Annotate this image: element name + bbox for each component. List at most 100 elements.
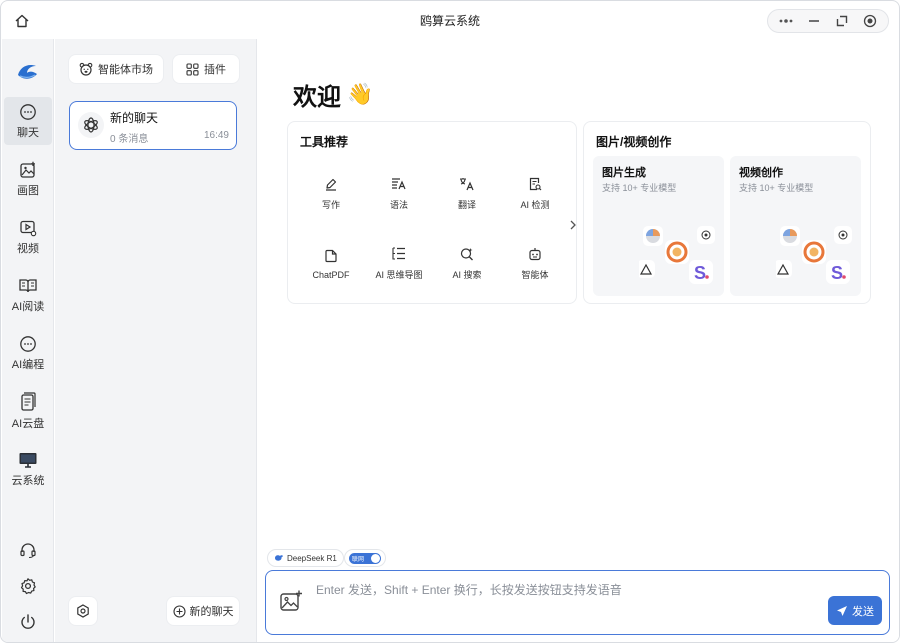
creation-title: 图片/视频创作 [596, 135, 672, 149]
nav-item-label: 聊天 [17, 126, 39, 139]
conversation-panel: 智能体市场 插件 新的聊天 0 条消息 16:49 新的聊天 [55, 39, 257, 642]
wave-emoji: 👋 [347, 82, 374, 106]
headset-icon[interactable] [17, 539, 39, 561]
svg-text:S: S [831, 263, 843, 283]
nav-item-ai-coding[interactable]: AI编程 [4, 329, 52, 377]
tool-chatpdf[interactable]: ChatPDF [297, 242, 365, 286]
openai-logo-icon [78, 112, 104, 138]
window-title: 鸥算云系统 [419, 13, 480, 28]
translate-icon [460, 178, 474, 191]
panel-settings-button[interactable] [69, 597, 97, 625]
message-input-placeholder[interactable]: Enter 发送，Shift + Enter 换行，长按发送按钮支持发语音 [316, 581, 622, 598]
toggle-switch: 联网 [349, 552, 381, 564]
deepseek-whale-icon [275, 555, 283, 561]
model-label: DeepSeek R1 [287, 553, 337, 563]
model-logos-icon: S [776, 226, 852, 284]
minimize-icon[interactable] [803, 11, 825, 31]
more-icon[interactable] [775, 11, 797, 31]
plugin-label: 插件 [204, 64, 226, 76]
nav-item-label: AI编程 [11, 358, 45, 371]
plugin-button[interactable]: 插件 [173, 55, 239, 83]
send-icon [837, 605, 847, 616]
chat-list-item[interactable]: 新的聊天 0 条消息 16:49 [69, 101, 237, 150]
send-label: 发送 [852, 605, 874, 618]
tool-mindmap[interactable]: AI 思维导图 [365, 242, 433, 286]
nav-item-ai-drive[interactable]: AI云盘 [4, 387, 52, 435]
agent-market-button[interactable]: 智能体市场 [69, 55, 163, 83]
tool-label: 语法 [389, 200, 408, 210]
welcome-text: 欢迎 [293, 84, 341, 111]
nav-item-ai-reading[interactable]: AI阅读 [4, 271, 52, 319]
nav-item-chat[interactable]: 聊天 [4, 97, 52, 145]
image-generation-subtitle: 支持 10+ 专业模型 [602, 183, 677, 193]
left-nav: 聊天 画图 视频 AI阅读 AI编程 AI云盘 云系统 [2, 39, 54, 642]
book-icon [19, 278, 37, 292]
agent-market-label: 智能体市场 [98, 64, 153, 76]
tool-label: 智能体 [521, 270, 549, 280]
chat-message-count: 0 条消息 [110, 134, 149, 145]
monitor-icon [19, 452, 37, 468]
tool-label: AI 思维导图 [375, 270, 423, 280]
new-chat-button[interactable]: 新的聊天 [167, 597, 239, 625]
settings-icon [77, 604, 89, 618]
send-button[interactable]: 发送 [828, 596, 882, 625]
image-generation-card[interactable]: 图片生成 支持 10+ 专业模型 S [593, 156, 724, 296]
maximize-icon[interactable] [831, 11, 853, 31]
chevron-right-icon[interactable] [566, 216, 580, 234]
nav-item-draw[interactable]: 画图 [4, 155, 52, 203]
tools-card: 工具推荐 写作 语法 翻译 AI 检测 ChatPDF AI 思维导图 AI 搜… [287, 121, 577, 304]
tool-label: ChatPDF [312, 269, 350, 280]
chat-time: 16:49 [203, 130, 229, 141]
image-upload-icon[interactable] [279, 589, 303, 613]
creation-card: 图片/视频创作 图片生成 支持 10+ 专业模型 S 视频创作 支持 10+ 专… [583, 121, 871, 304]
tool-label: 翻译 [457, 200, 476, 210]
close-icon[interactable] [859, 11, 881, 31]
model-logos-icon: S [639, 226, 715, 284]
nav-item-label: 云系统 [11, 474, 45, 487]
document-icon [21, 391, 36, 411]
nav-item-video[interactable]: 视频 [4, 213, 52, 261]
grammar-icon [392, 178, 406, 190]
nav-item-label: 画图 [17, 184, 39, 197]
message-composer[interactable]: Enter 发送，Shift + Enter 换行，长按发送按钮支持发语音 发送 [265, 570, 890, 635]
welcome-heading: 欢迎 👋 [293, 77, 373, 112]
tool-label: AI 搜索 [452, 270, 482, 280]
title-bar: 鸥算云系统 [1, 1, 899, 39]
toggle-label: 联网 [352, 556, 365, 563]
mindmap-icon [392, 247, 405, 260]
nav-item-cloud-system[interactable]: 云系统 [4, 445, 52, 493]
model-selector[interactable]: DeepSeek R1 [267, 549, 344, 567]
app-window: 鸥算云系统 聊天 画图 视频 AI阅读 AI编程 AI云盘 云系统 智能体市场 … [0, 0, 900, 643]
detect-icon [529, 177, 542, 191]
nav-item-label: AI云盘 [11, 417, 45, 430]
tool-grammar[interactable]: 语法 [365, 172, 433, 216]
tool-ai-search[interactable]: AI 搜索 [433, 242, 501, 286]
svg-text:S: S [694, 263, 706, 283]
tool-agent[interactable]: 智能体 [501, 242, 569, 286]
video-creation-subtitle: 支持 10+ 专业模型 [739, 183, 814, 193]
power-icon[interactable] [17, 611, 39, 633]
main-area: 欢迎 👋 工具推荐 写作 语法 翻译 AI 检测 ChatPDF AI 思维导图… [258, 39, 899, 642]
video-creation-card[interactable]: 视频创作 支持 10+ 专业模型 S [730, 156, 861, 296]
tool-writing[interactable]: 写作 [297, 172, 365, 216]
web-search-toggle[interactable]: 联网 [344, 549, 386, 567]
bear-face-icon [79, 62, 93, 76]
chat-title: 新的聊天 [110, 111, 159, 125]
window-controls [767, 9, 889, 33]
new-chat-label: 新的聊天 [189, 606, 234, 618]
robot-icon [529, 248, 541, 261]
toggle-knob [371, 553, 380, 563]
image-generation-title: 图片生成 [602, 167, 646, 179]
tools-title: 工具推荐 [300, 135, 349, 149]
gear-icon[interactable] [17, 575, 39, 597]
nav-item-label: AI阅读 [11, 300, 45, 313]
tool-translate[interactable]: 翻译 [433, 172, 501, 216]
chat-dots-icon [20, 335, 36, 352]
pen-icon [326, 178, 337, 191]
tool-label: 写作 [321, 200, 340, 210]
image-plus-icon [20, 161, 35, 178]
tool-ai-detect[interactable]: AI 检测 [501, 172, 569, 216]
nav-item-label: 视频 [17, 242, 39, 255]
home-icon[interactable] [11, 10, 33, 32]
video-icon [20, 220, 37, 236]
